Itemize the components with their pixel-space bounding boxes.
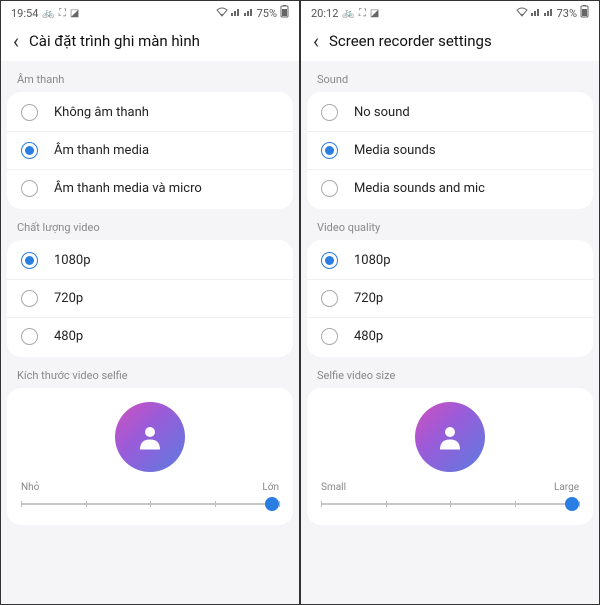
radio-icon <box>21 328 38 345</box>
radio-icon <box>21 104 38 121</box>
slider-tick <box>215 501 216 507</box>
signal2-icon <box>244 7 254 19</box>
sound-option-media[interactable]: Media sounds <box>307 132 593 170</box>
slider-max-label: Large <box>554 482 579 493</box>
slider-tick <box>450 501 451 507</box>
camera-icon: ⛶ <box>59 8 66 19</box>
header: ‹ Cài đặt trình ghi màn hình <box>1 23 299 61</box>
slider-min-label: Nhỏ <box>21 482 39 493</box>
sound-card: No sound Media sounds Media sounds and m… <box>307 92 593 209</box>
signal2-icon <box>544 7 554 19</box>
option-label: Media sounds <box>354 143 436 158</box>
slider-tick <box>579 501 580 507</box>
bike-icon: 🚲 <box>342 8 354 19</box>
quality-option-720p[interactable]: 720p <box>7 280 293 318</box>
radio-icon <box>321 104 338 121</box>
option-label: 480p <box>54 329 83 344</box>
selfie-size-slider[interactable] <box>321 497 579 511</box>
option-label: Âm thanh media và micro <box>54 181 202 196</box>
selfie-section-label: Kích thước video selfie <box>1 357 299 388</box>
slider-thumb[interactable] <box>565 497 579 511</box>
slider-tick <box>86 501 87 507</box>
selfie-card: Nhỏ Lớn <box>7 388 293 525</box>
radio-icon <box>21 180 38 197</box>
slider-min-label: Small <box>321 482 346 493</box>
radio-icon <box>21 252 38 269</box>
option-label: 720p <box>354 291 383 306</box>
phone-right: 20:12 🚲 ⛶ ◪ 73% ‹ Screen recorder settin… <box>300 0 600 605</box>
camera-icon: ⛶ <box>359 8 366 19</box>
page-title: Cài đặt trình ghi màn hình <box>29 32 200 50</box>
radio-icon <box>321 290 338 307</box>
slider-max-label: Lớn <box>262 482 279 493</box>
quality-section-label: Video quality <box>301 209 599 240</box>
back-icon[interactable]: ‹ <box>13 31 19 51</box>
signal-icon <box>531 7 541 19</box>
signal-icon <box>231 7 241 19</box>
wifi-icon <box>216 7 228 20</box>
clock: 19:54 <box>11 7 38 20</box>
sound-card: Không âm thanh Âm thanh media Âm thanh m… <box>7 92 293 209</box>
option-label: Âm thanh media <box>54 143 149 158</box>
radio-icon <box>21 290 38 307</box>
option-label: 1080p <box>354 253 391 268</box>
wifi-icon <box>516 7 528 20</box>
sound-option-none[interactable]: No sound <box>307 94 593 132</box>
battery-icon <box>580 5 589 21</box>
phone-left: 19:54 🚲 ⛶ ◪ 75% ‹ Cài đặt trình ghi màn … <box>0 0 300 605</box>
option-label: Không âm thanh <box>54 105 149 120</box>
quality-card: 1080p 720p 480p <box>7 240 293 357</box>
status-bar: 19:54 🚲 ⛶ ◪ 75% <box>1 1 299 23</box>
radio-icon <box>21 142 38 159</box>
status-bar: 20:12 🚲 ⛶ ◪ 73% <box>301 1 599 23</box>
ar-icon: ◪ <box>370 8 379 19</box>
sound-section-label: Âm thanh <box>1 61 299 92</box>
selfie-section-label: Selfie video size <box>301 357 599 388</box>
radio-icon <box>321 252 338 269</box>
page-title: Screen recorder settings <box>329 32 492 50</box>
sound-option-media[interactable]: Âm thanh media <box>7 132 293 170</box>
sound-section-label: Sound <box>301 61 599 92</box>
slider-tick <box>21 501 22 507</box>
slider-tick <box>386 501 387 507</box>
back-icon[interactable]: ‹ <box>313 31 319 51</box>
radio-icon <box>321 142 338 159</box>
battery-icon <box>280 5 289 21</box>
bike-icon: 🚲 <box>42 8 54 19</box>
sound-option-media-mic[interactable]: Âm thanh media và micro <box>7 170 293 207</box>
slider-thumb[interactable] <box>265 497 279 511</box>
selfie-card: Small Large <box>307 388 593 525</box>
selfie-avatar-icon <box>115 402 185 472</box>
quality-option-480p[interactable]: 480p <box>307 318 593 355</box>
radio-icon <box>321 180 338 197</box>
header: ‹ Screen recorder settings <box>301 23 599 61</box>
slider-tick <box>279 501 280 507</box>
battery-text: 73% <box>557 7 577 20</box>
quality-option-1080p[interactable]: 1080p <box>307 242 593 280</box>
quality-option-720p[interactable]: 720p <box>307 280 593 318</box>
ar-icon: ◪ <box>70 8 79 19</box>
quality-card: 1080p 720p 480p <box>307 240 593 357</box>
selfie-size-slider[interactable] <box>21 497 279 511</box>
option-label: 1080p <box>54 253 91 268</box>
option-label: Media sounds and mic <box>354 181 485 196</box>
sound-option-media-mic[interactable]: Media sounds and mic <box>307 170 593 207</box>
option-label: 480p <box>354 329 383 344</box>
battery-text: 75% <box>257 7 277 20</box>
slider-tick <box>321 501 322 507</box>
radio-icon <box>321 328 338 345</box>
quality-option-1080p[interactable]: 1080p <box>7 242 293 280</box>
slider-tick <box>150 501 151 507</box>
slider-tick <box>515 501 516 507</box>
quality-option-480p[interactable]: 480p <box>7 318 293 355</box>
clock: 20:12 <box>311 7 338 20</box>
selfie-avatar-icon <box>415 402 485 472</box>
option-label: No sound <box>354 105 410 120</box>
sound-option-none[interactable]: Không âm thanh <box>7 94 293 132</box>
option-label: 720p <box>54 291 83 306</box>
quality-section-label: Chất lượng video <box>1 209 299 240</box>
